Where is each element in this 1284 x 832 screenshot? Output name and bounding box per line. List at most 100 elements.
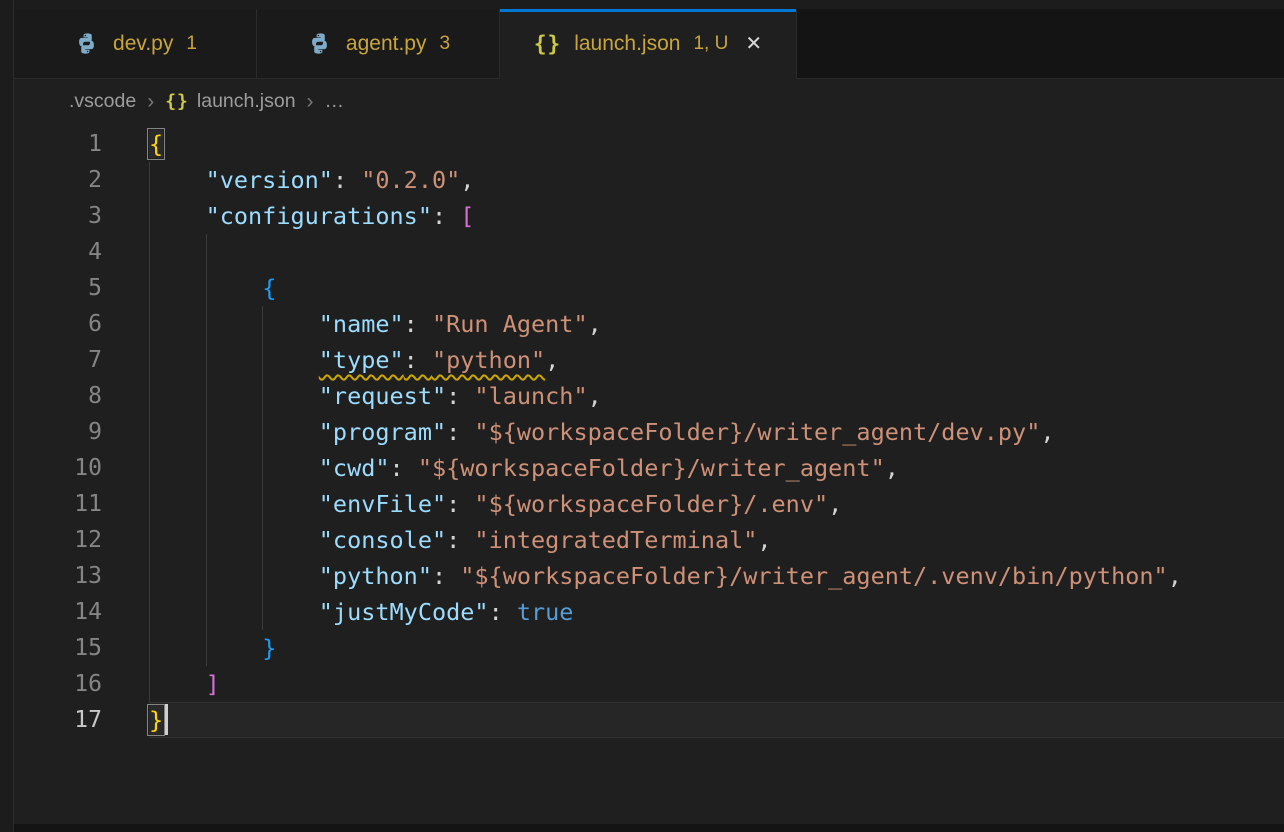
code-line-content: "version": "0.2.0", (149, 162, 1284, 198)
code-line[interactable]: 11 "envFile": "${workspaceFolder}/.env", (14, 486, 1284, 522)
indent-guide (149, 234, 150, 270)
code-line-content: } (149, 702, 1284, 738)
code-line[interactable]: 16 ] (14, 666, 1284, 702)
code-token (149, 562, 319, 590)
code-token: : (446, 418, 474, 446)
code-line-content: "name": "Run Agent", (149, 306, 1284, 342)
code-token (149, 202, 206, 230)
code-token: "integratedTerminal" (474, 526, 757, 554)
tab-dev.py[interactable]: dev.py 1 (14, 9, 257, 79)
code-token: , (588, 382, 602, 410)
code-token: "configurations" (206, 202, 432, 230)
line-number: 2 (14, 162, 102, 198)
code-line[interactable]: 4 (14, 234, 1284, 270)
code-token: "name" (319, 310, 404, 338)
code-line[interactable]: 13 "python": "${workspaceFolder}/writer_… (14, 558, 1284, 594)
code-line-content: "envFile": "${workspaceFolder}/.env", (149, 486, 1284, 522)
tab-bar-empty-space (797, 9, 1284, 79)
code-token (149, 490, 319, 518)
text-cursor (165, 704, 168, 735)
breadcrumb: .vscode›{}launch.json›… (14, 79, 1284, 124)
code-token: "${workspaceFolder}/.env" (474, 490, 828, 518)
breadcrumb-label: .vscode (69, 90, 136, 113)
code-line[interactable]: 10 "cwd": "${workspaceFolder}/writer_age… (14, 450, 1284, 486)
code-token: : (432, 202, 460, 230)
tab-launch.json[interactable]: {} launch.json 1, U ✕ (500, 9, 797, 79)
code-line[interactable]: 17} (14, 702, 1284, 738)
code-token: : (446, 526, 474, 554)
code-token (149, 310, 319, 338)
warning-squiggle-token: "python" (432, 346, 545, 374)
code-token: : (489, 598, 517, 626)
code-line-content: "console": "integratedTerminal", (149, 522, 1284, 558)
code-token (149, 454, 319, 482)
code-line-content: "type": "python", (149, 342, 1284, 378)
code-line[interactable]: 14 "justMyCode": true (14, 594, 1284, 630)
line-number: 3 (14, 198, 102, 234)
json-icon: {} (534, 32, 561, 56)
code-token: true (517, 598, 574, 626)
line-number: 1 (14, 126, 102, 162)
code-line-content: "program": "${workspaceFolder}/writer_ag… (149, 414, 1284, 450)
warning-squiggle-token: : (404, 346, 432, 374)
close-icon[interactable]: ✕ (745, 31, 762, 56)
line-number: 9 (14, 414, 102, 450)
code-token: "cwd" (319, 454, 390, 482)
code-line[interactable]: 3 "configurations": [ (14, 198, 1284, 234)
code-token: "program" (319, 418, 446, 446)
line-number: 8 (14, 378, 102, 414)
code-line[interactable]: 15 } (14, 630, 1284, 666)
breadcrumb-item[interactable]: .vscode (69, 90, 136, 113)
code-line[interactable]: 9 "program": "${workspaceFolder}/writer_… (14, 414, 1284, 450)
line-number: 12 (14, 522, 102, 558)
code-line-content: ] (149, 666, 1284, 702)
line-number: 17 (14, 702, 102, 738)
tab-label: dev.py (113, 32, 173, 56)
code-token: "request" (319, 382, 446, 410)
breadcrumb-label: launch.json (197, 90, 296, 113)
code-line-content: "cwd": "${workspaceFolder}/writer_agent"… (149, 450, 1284, 486)
line-number: 7 (14, 342, 102, 378)
code-token: : (390, 454, 418, 482)
code-token (149, 346, 319, 374)
code-line[interactable]: 7 "type": "python", (14, 342, 1284, 378)
tab-label: launch.json (574, 32, 680, 56)
line-number: 10 (14, 450, 102, 486)
line-number: 16 (14, 666, 102, 702)
code-token: , (757, 526, 771, 554)
code-token: , (588, 310, 602, 338)
code-token: "version" (206, 166, 333, 194)
bottom-edge (14, 824, 1284, 832)
code-line[interactable]: 1{ (14, 126, 1284, 162)
warning-squiggle-token: "type" (319, 346, 404, 374)
bracket-match: } (149, 706, 163, 734)
code-line[interactable]: 12 "console": "integratedTerminal", (14, 522, 1284, 558)
code-token: , (460, 166, 474, 194)
code-token: , (885, 454, 899, 482)
line-number: 5 (14, 270, 102, 306)
code-line-content: "justMyCode": true (149, 594, 1284, 630)
code-editor[interactable]: 1{2 "version": "0.2.0",3 "configurations… (14, 124, 1284, 738)
breadcrumb-item[interactable]: … (325, 90, 345, 113)
code-token: ] (206, 670, 220, 698)
code-token: , (1040, 418, 1054, 446)
code-line[interactable]: 5 { (14, 270, 1284, 306)
code-line[interactable]: 2 "version": "0.2.0", (14, 162, 1284, 198)
tab-agent.py[interactable]: agent.py3 (257, 9, 500, 79)
code-token: , (828, 490, 842, 518)
problems-badge: 1 (186, 33, 197, 55)
line-number: 14 (14, 594, 102, 630)
problems-badge: 1, U (693, 33, 728, 55)
sidebar-edge (0, 0, 14, 832)
breadcrumb-item[interactable]: {}launch.json (165, 90, 295, 113)
code-token: : (432, 562, 460, 590)
line-number: 6 (14, 306, 102, 342)
code-token: [ (460, 202, 474, 230)
chevron-right-icon: › (307, 90, 314, 114)
code-token: "justMyCode" (319, 598, 489, 626)
line-number: 13 (14, 558, 102, 594)
code-token: "console" (319, 526, 446, 554)
code-line[interactable]: 6 "name": "Run Agent", (14, 306, 1284, 342)
code-token: : (404, 310, 432, 338)
code-line[interactable]: 8 "request": "launch", (14, 378, 1284, 414)
